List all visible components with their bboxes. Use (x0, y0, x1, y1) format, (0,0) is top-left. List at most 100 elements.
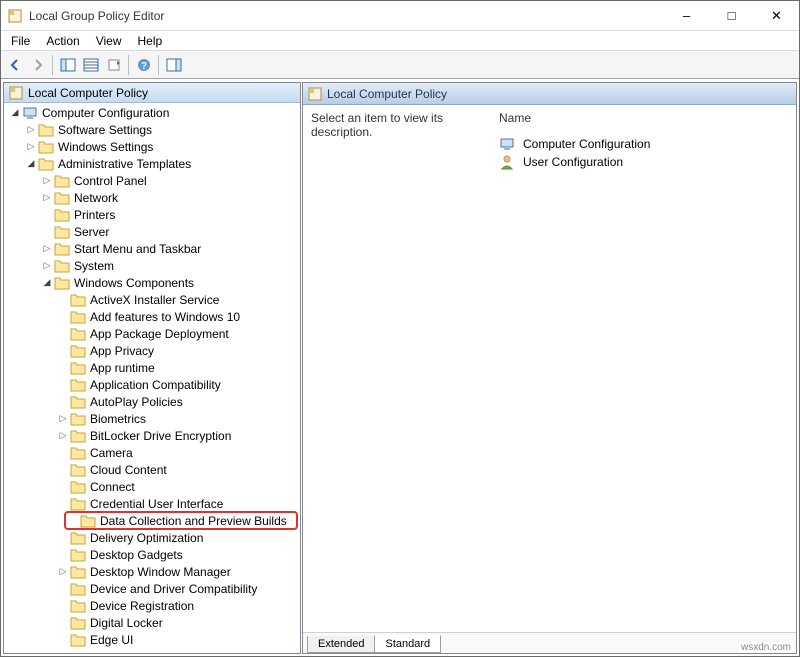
tree-item[interactable]: ▷Control Panel (4, 172, 300, 189)
minimize-button[interactable]: – (664, 1, 709, 30)
refresh-button[interactable] (102, 54, 125, 76)
list-header-name[interactable]: Name (499, 111, 796, 135)
tree-item-label: Software Settings (58, 123, 152, 137)
menu-help[interactable]: Help (130, 32, 171, 50)
tree-item-label: System (74, 259, 114, 273)
tree-item[interactable]: ▷ Start Menu and Taskbar (4, 240, 300, 257)
tree-item-label: Computer Configuration (42, 106, 169, 120)
toggle-actionpane-button[interactable] (162, 54, 185, 76)
folder-icon (70, 411, 86, 427)
tree-item[interactable]: Digital Locker (4, 614, 300, 631)
chevron-down-icon[interactable]: ◢ (40, 277, 54, 288)
tree-item[interactable]: App runtime (4, 359, 300, 376)
tree-item[interactable]: ▷ Windows Settings (4, 138, 300, 155)
tab-extended[interactable]: Extended (307, 636, 375, 653)
tree-item[interactable]: ▷Network (4, 189, 300, 206)
list-item[interactable]: User Configuration (499, 153, 796, 171)
titlebar: Local Group Policy Editor – □ ✕ (1, 1, 799, 31)
tree-item[interactable]: Delivery Optimization (4, 529, 300, 546)
client-area: Local Computer Policy ◢ Computer Configur… (1, 79, 799, 656)
menu-file[interactable]: File (3, 32, 38, 50)
tree-item[interactable]: App Package Deployment (4, 325, 300, 342)
maximize-button[interactable]: □ (709, 1, 754, 30)
chevron-right-icon[interactable]: ▷ (40, 243, 54, 254)
tree-item-label: Biometrics (90, 412, 146, 426)
tree-item[interactable]: Camera (4, 444, 300, 461)
toggle-tree-button[interactable] (56, 54, 79, 76)
chevron-right-icon[interactable]: ▷ (56, 566, 70, 577)
chevron-right-icon[interactable]: ▷ (40, 175, 54, 186)
tree-item-label: Desktop Window Manager (90, 565, 231, 579)
tree-item[interactable]: ActiveX Installer Service (4, 291, 300, 308)
folder-icon (38, 122, 54, 138)
tree-item[interactable]: Connect (4, 478, 300, 495)
preview-list: Name Computer Configuration User Configu… (499, 105, 796, 632)
folder-icon (70, 581, 86, 597)
watermark: wsxdn.com (739, 642, 793, 653)
chevron-down-icon[interactable]: ◢ (24, 158, 38, 169)
tree-item[interactable]: Edge UI (4, 631, 300, 648)
window-title: Local Group Policy Editor (29, 9, 664, 23)
tree-item[interactable]: Server (4, 223, 300, 240)
folder-icon (70, 462, 86, 478)
tree-item[interactable]: ◢Administrative Templates (4, 155, 300, 172)
close-button[interactable]: ✕ (754, 1, 799, 30)
tree-item[interactable]: ▷ Desktop Window Manager (4, 563, 300, 580)
tab-standard[interactable]: Standard (374, 635, 441, 653)
tree-item[interactable]: Add features to Windows 10 (4, 308, 300, 325)
tree-item[interactable]: ▷ Biometrics (4, 410, 300, 427)
folder-icon (70, 615, 86, 631)
tree-item[interactable]: ▷ Software Settings (4, 121, 300, 138)
chevron-right-icon[interactable]: ▷ (24, 124, 38, 135)
tree-item-label: Start Menu and Taskbar (74, 242, 201, 256)
chevron-right-icon[interactable]: ▷ (40, 192, 54, 203)
tree-item[interactable]: Credential User Interface (4, 495, 300, 512)
menu-action[interactable]: Action (38, 32, 87, 50)
folder-icon (54, 173, 70, 189)
folder-icon (70, 394, 86, 410)
computer-icon (499, 136, 515, 152)
chevron-right-icon[interactable]: ▷ (40, 260, 54, 271)
tree-root-label: Local Computer Policy (28, 86, 148, 100)
preview-header: Local Computer Policy (303, 83, 796, 105)
folder-icon (54, 275, 70, 291)
tree-item[interactable]: Cloud Content (4, 461, 300, 478)
tree-item[interactable]: Desktop Gadgets (4, 546, 300, 563)
menu-view[interactable]: View (88, 32, 130, 50)
tree-item[interactable]: ▷BitLocker Drive Encryption (4, 427, 300, 444)
tree-item[interactable]: AutoPlay Policies (4, 393, 300, 410)
tree-item-label: Windows Settings (58, 140, 153, 154)
list-item[interactable]: Computer Configuration (499, 135, 796, 153)
tree-item-label: App Privacy (90, 344, 154, 358)
tree-item[interactable]: App Privacy (4, 342, 300, 359)
tree-item-label: Desktop Gadgets (90, 548, 183, 562)
folder-icon (54, 258, 70, 274)
chevron-right-icon[interactable]: ▷ (24, 141, 38, 152)
tree-item[interactable]: ◢ Computer Configuration (4, 104, 300, 121)
tree-item-label: Windows Components (74, 276, 194, 290)
tree-item[interactable]: ◢ Windows Components (4, 274, 300, 291)
tree-selected-root[interactable]: Local Computer Policy (4, 83, 300, 103)
folder-icon (70, 326, 86, 342)
chevron-right-icon[interactable]: ▷ (56, 430, 70, 441)
tree-item[interactable]: Device and Driver Compatibility (4, 580, 300, 597)
export-button[interactable] (79, 54, 102, 76)
folder-icon (80, 513, 96, 529)
tree-item[interactable]: ▷ System (4, 257, 300, 274)
tree-item[interactable]: Device Registration (4, 597, 300, 614)
forward-button[interactable] (26, 54, 49, 76)
preview-title: Local Computer Policy (327, 87, 447, 101)
tree-item-highlighted[interactable]: Data Collection and Preview Builds (64, 511, 298, 530)
folder-icon (70, 360, 86, 376)
tree-item[interactable]: Application Compatibility (4, 376, 300, 393)
tree-pane[interactable]: Local Computer Policy ◢ Computer Configur… (3, 82, 301, 654)
tree-item[interactable]: Printers (4, 206, 300, 223)
tree-item-label: Printers (74, 208, 115, 222)
help-button[interactable]: ? (132, 54, 155, 76)
chevron-right-icon[interactable]: ▷ (56, 413, 70, 424)
chevron-down-icon[interactable]: ◢ (8, 107, 22, 118)
back-button[interactable] (3, 54, 26, 76)
tree-item-label: App runtime (90, 361, 155, 375)
folder-icon (70, 479, 86, 495)
folder-icon (54, 207, 70, 223)
